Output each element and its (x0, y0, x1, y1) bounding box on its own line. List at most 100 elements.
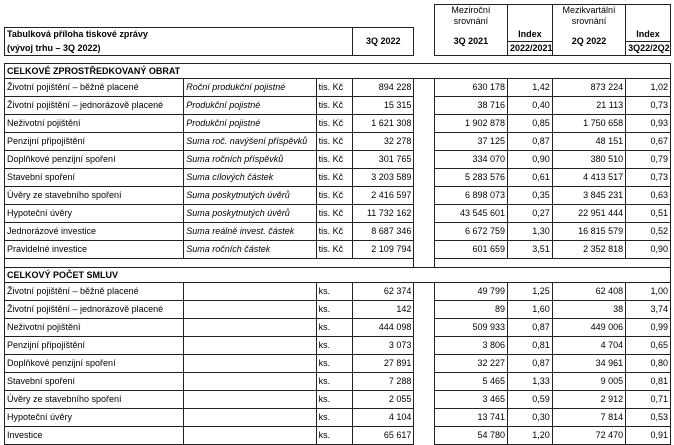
row-name: Neživotní pojištění (3, 317, 185, 337)
value-3q2022: 2 416 597 (352, 185, 415, 205)
index-yoy: 0,81 (507, 335, 553, 355)
row-metric (183, 335, 317, 355)
index-qoq: 0,73 (625, 95, 671, 115)
row-name: Životní pojištění – běžně placené (3, 281, 185, 301)
row-metric: Suma reálně invest. částek (183, 221, 317, 241)
index-yoy: 0,87 (507, 317, 553, 337)
table-row: Životní pojištění – jednorázově placené k… (3, 299, 671, 319)
row-name: Pravidelné investice (3, 239, 185, 259)
table-row: Neživotní pojištění ks. 444 098 509 933 0,87… (3, 317, 671, 337)
col-3q2021-header: 3Q 2021 (433, 27, 509, 56)
spacer-cell (414, 426, 434, 444)
index-yoy: 0,61 (507, 167, 553, 187)
spacer-cell (414, 372, 434, 390)
qoq-group-header: Mezikvartální srovnání (551, 4, 627, 27)
table-title: Tabulková příloha tiskové zprávy (3, 26, 354, 41)
index-qoq: 0,53 (625, 407, 671, 427)
row-unit: tis. Kč (315, 131, 354, 151)
index-yoy: 0,59 (507, 389, 553, 409)
value-2q2022: 48 151 (551, 131, 627, 151)
index-yoy: 0,87 (507, 353, 553, 373)
row-metric (183, 299, 317, 319)
value-2q2022: 873 224 (551, 77, 627, 97)
spacer-cell (414, 390, 434, 408)
value-3q2021: 6 672 759 (433, 221, 509, 241)
value-3q2021: 37 125 (433, 131, 509, 151)
value-2q2022: 72 470 (551, 425, 627, 445)
table-row: Životní pojištění – běžně placené ks. 62 3… (3, 281, 671, 301)
col-2q2022-header: 2Q 2022 (551, 27, 627, 56)
row-name: Úvěry ze stavebního spoření (3, 185, 185, 205)
index-yoy: 0,27 (507, 203, 553, 223)
table-subtitle: (vývoj trhu – 3Q 2022) (3, 41, 354, 56)
table-row: Stavební spoření ks. 7 288 5 465 1,33 9 005 0,… (3, 371, 671, 391)
index-qoq: 0,80 (625, 353, 671, 373)
spacer-row (3, 257, 672, 268)
value-3q2021: 43 545 601 (433, 203, 509, 223)
index-qoq: 0,71 (625, 389, 671, 409)
section-header-contracts: CELKOVÝ POČET SMLUV (4, 266, 671, 283)
row-name: Jednorázové investice (3, 221, 185, 241)
index-qoq: 0,65 (625, 335, 671, 355)
spacer-cell (414, 408, 434, 426)
table-row: Hypoteční úvěry Suma poskytnutých úvěrů ti… (3, 203, 671, 223)
spacer-cell (414, 282, 434, 300)
spacer-cell (414, 300, 434, 318)
spacer-row (5, 55, 671, 63)
index-yoy: 0,30 (507, 407, 553, 427)
value-2q2022: 34 961 (551, 353, 627, 373)
row-unit: tis. Kč (315, 239, 354, 259)
row-metric (183, 317, 317, 337)
row-unit: ks. (315, 425, 354, 445)
value-3q2022: 4 104 (352, 407, 415, 427)
row-unit: ks. (315, 389, 354, 409)
row-unit: ks. (315, 371, 354, 391)
row-name: Doplňkové penzijní spoření (3, 353, 185, 373)
row-name: Penzijní připojištění (3, 131, 185, 151)
row-name: Hypoteční úvěry (3, 407, 185, 427)
row-unit: tis. Kč (315, 203, 354, 223)
table-row: Penzijní připojištění Suma roč. navýšení … (3, 131, 671, 151)
index-qoq: 0,73 (625, 167, 671, 187)
row-name: Doplňkové penzijní spoření (3, 149, 185, 169)
index-qoq: 0,52 (625, 221, 671, 241)
col-3q2022-header: 3Q 2022 (352, 26, 415, 56)
row-name: Penzijní připojištění (3, 335, 185, 355)
index-yoy: 0,87 (507, 131, 553, 151)
value-3q2022: 8 687 346 (352, 221, 415, 241)
row-metric: Suma poskytnutých úvěrů (183, 185, 317, 205)
table-row: Životní pojištění – běžně placené Roční p… (3, 77, 671, 97)
spacer-cell (414, 168, 434, 186)
index-qoq: 0,63 (625, 185, 671, 205)
value-3q2021: 49 799 (433, 281, 509, 301)
spacer-cell (414, 222, 434, 240)
value-3q2021: 38 716 (433, 95, 509, 115)
table-row: Úvěry ze stavebního spoření Suma poskytnu… (3, 185, 671, 205)
index-qoq: 0,81 (625, 371, 671, 391)
value-3q2022: 65 617 (352, 425, 415, 445)
index-qoq: 0,67 (625, 131, 671, 151)
row-metric: Suma ročních částek (183, 239, 317, 259)
index-yoy: 1,30 (507, 221, 553, 241)
index-qoq: 0,99 (625, 317, 671, 337)
row-name: Hypoteční úvěry (3, 203, 185, 223)
row-metric (183, 425, 317, 445)
value-2q2022: 22 951 444 (551, 203, 627, 223)
contracts-rows: Životní pojištění – běžně placené ks. 62 3… (3, 281, 671, 445)
table-row: Doplňkové penzijní spoření Suma ročních p… (3, 149, 671, 169)
value-3q2021: 13 741 (433, 407, 509, 427)
table-row: Životní pojištění – jednorázově placené P… (3, 95, 671, 115)
table-row: Investice ks. 65 617 54 780 1,20 72 470 0,91 (3, 425, 671, 445)
row-metric: Roční produkční pojistné (183, 77, 317, 97)
table-row: Hypoteční úvěry ks. 4 104 13 741 0,30 7 814 0,… (3, 407, 671, 427)
value-3q2022: 32 278 (352, 131, 415, 151)
index-qoq-period: 3Q22/2Q22 (625, 40, 671, 56)
row-metric: Produkční pojistné (183, 113, 317, 133)
header-row-1: Meziroční srovnání Mezikvartální srovnání (5, 4, 671, 27)
index-yoy-label: Index (507, 27, 553, 42)
table-row: Úvěry ze stavebního spoření ks. 2 055 3 465… (3, 389, 671, 409)
value-2q2022: 7 814 (551, 407, 627, 427)
index-yoy: 0,35 (507, 185, 553, 205)
section-title: CELKOVÝ POČET SMLUV (4, 266, 671, 283)
section-header-turnover: CELKOVÉ ZPROSTŘEDKOVANÝ OBRAT (4, 62, 671, 79)
